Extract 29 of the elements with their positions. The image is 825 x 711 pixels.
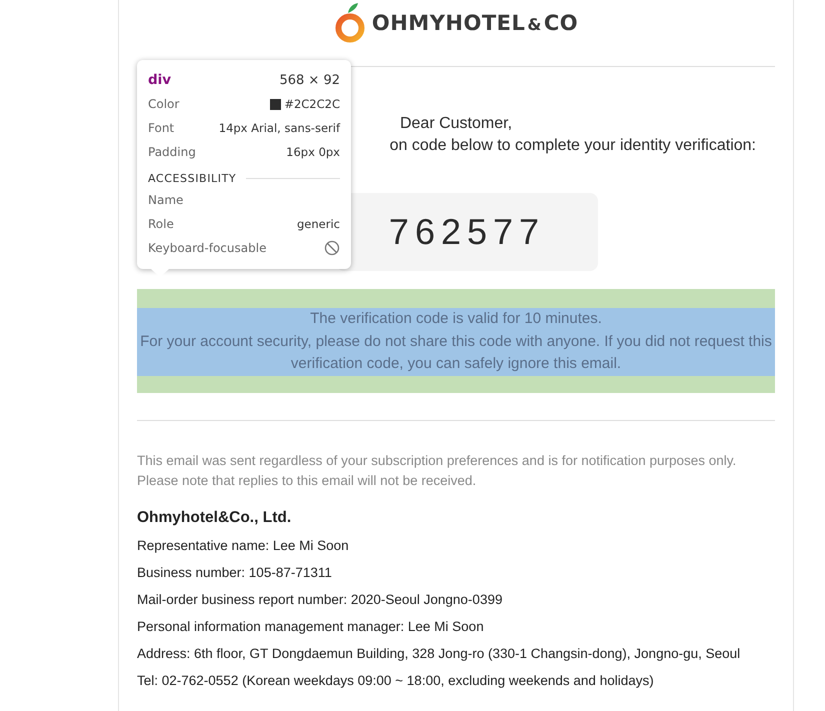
company-detail: Address: 6th floor, GT Dongdaemun Building, 328 Jong-ro (330-1 Changsin-dong), Jongno-gu, Seoul <box>137 644 742 662</box>
property-value: #2C2C2C <box>270 97 340 111</box>
blocked-icon <box>324 240 340 256</box>
section-heading: ACCESSIBILITY <box>148 172 236 185</box>
property-label: Font <box>148 121 174 135</box>
company-detail: Mail-order business report number: 2020-Seoul Jongno-0399 <box>137 590 504 608</box>
notice-text: For your account security, please do not share this code with anyone. If you did not request this verification code, you can safely ignore this email. <box>139 332 773 374</box>
fruit-ring-logo-icon <box>334 2 366 44</box>
company-detail: Personal information management manager: Lee Mi Soon <box>137 618 485 634</box>
element-size: 568 × 92 <box>279 72 340 88</box>
property-value: 16px 0px <box>286 145 340 159</box>
property-label: Keyboard-focusable <box>148 241 266 255</box>
instruction-text: on code below to complete your identity verification: <box>390 136 756 156</box>
company-detail: Representative name: Lee Mi Soon <box>137 536 350 554</box>
property-label: Color <box>148 97 180 111</box>
element-tag: div <box>148 72 172 88</box>
property-value: generic <box>297 217 340 231</box>
company-detail: Business number: 105-87-71311 <box>137 564 333 580</box>
property-label: Role <box>148 217 174 231</box>
company-name: Ohmyhotel&Co., Ltd. <box>137 508 292 526</box>
property-value: 14px Arial, sans-serif <box>218 121 340 135</box>
disclaimer-text: Please note that replies to this email will not be received. <box>137 472 478 490</box>
logo-wordmark: OHMYHOTEL&CO <box>372 11 578 35</box>
greeting-text: Dear Customer, <box>400 114 512 134</box>
notice-text: The verification code is valid for 10 minutes. <box>309 309 603 329</box>
property-label: Padding <box>148 145 196 159</box>
disclaimer-text: This email was sent regardless of your subscription preferences and is for notification purposes only. <box>137 452 738 470</box>
company-detail: Tel: 02-762-0552 (Korean weekdays 09:00 ~ 18:00, excluding weekends and holidays) <box>137 672 655 688</box>
property-label: Name <box>148 193 184 207</box>
